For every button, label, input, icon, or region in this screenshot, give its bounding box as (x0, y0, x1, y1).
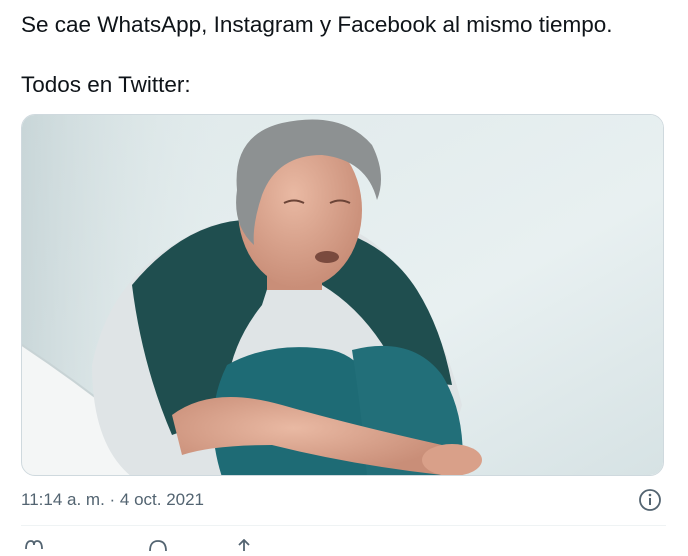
reply-icon[interactable] (147, 538, 169, 556)
divider (21, 525, 666, 526)
tweet-actions (21, 538, 666, 552)
tweet-text-line1: Se cae WhatsApp, Instagram y Facebook al… (21, 12, 613, 37)
tweet-timestamp[interactable]: 11:14 a. m. · 4 oct. 2021 (21, 488, 204, 512)
tweet-text: Se cae WhatsApp, Instagram y Facebook al… (21, 10, 671, 100)
tweet-text-line2: Todos en Twitter: (21, 72, 191, 97)
heart-icon[interactable] (23, 538, 45, 556)
share-icon[interactable] (233, 538, 255, 556)
info-icon[interactable] (638, 488, 662, 512)
tweet-media-photo[interactable] (21, 114, 664, 476)
photo-elderly-man (22, 115, 663, 475)
